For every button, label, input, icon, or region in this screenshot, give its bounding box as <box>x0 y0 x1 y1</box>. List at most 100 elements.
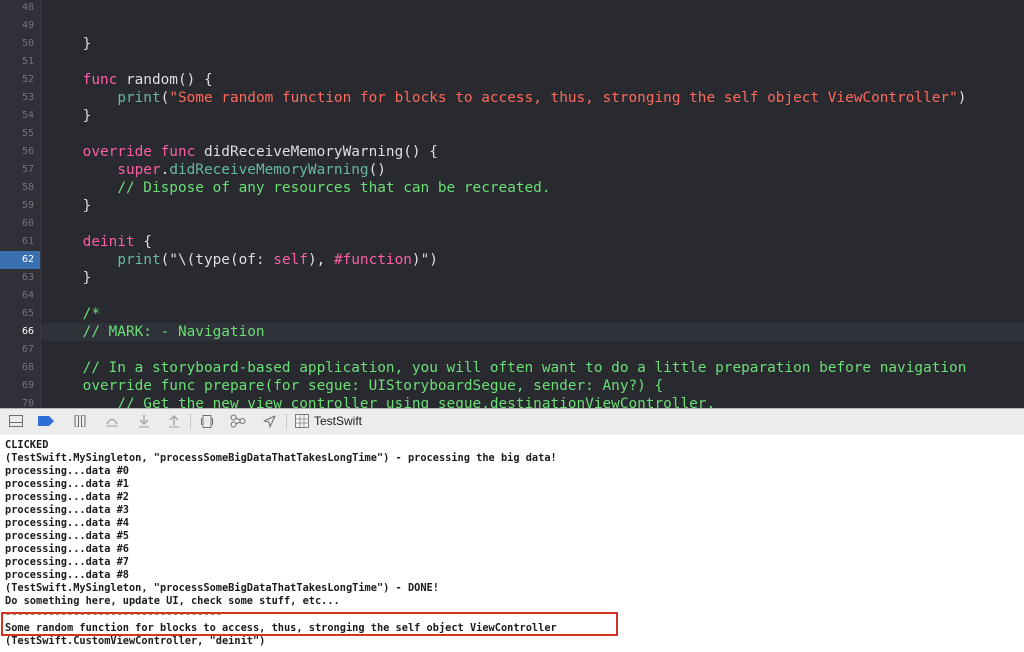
code-text: } <box>48 197 92 215</box>
code-token: // Dispose of any resources that can be … <box>117 180 551 196</box>
code-line[interactable]: 69 override func prepare(for segue: UISt… <box>0 377 1024 395</box>
code-line[interactable]: 55 <box>0 125 1024 143</box>
code-line[interactable]: 62 print("\(type(of: self), #function)") <box>0 251 1024 269</box>
console-output[interactable]: CLICKED (TestSwift.MySingleton, "processS… <box>0 435 1024 652</box>
location-icon[interactable] <box>261 413 277 429</box>
code-text: // Get the new view controller using seg… <box>48 395 715 408</box>
code-text: // Dispose of any resources that can be … <box>48 179 551 197</box>
code-line[interactable]: 59 } <box>0 197 1024 215</box>
line-number: 53 <box>21 92 34 103</box>
code-token: ("\( <box>160 252 196 268</box>
line-number: 68 <box>21 362 34 373</box>
hide-debug-area-icon[interactable] <box>8 413 24 429</box>
line-number: 58 <box>21 182 34 193</box>
code-token: } <box>48 270 92 286</box>
code-text: } <box>48 107 92 125</box>
code-editor[interactable]: 48 49 50 } 51 52 func random() {53 print("So… <box>0 0 1024 408</box>
debug-toolbar: TestSwift <box>0 408 1024 436</box>
code-line[interactable]: 64 <box>0 287 1024 305</box>
console-line: processing...data #5 <box>5 530 129 542</box>
code-text: override func prepare(for segue: UIStory… <box>48 377 664 395</box>
line-number: 59 <box>21 200 34 211</box>
step-into-icon[interactable] <box>136 413 152 429</box>
code-line[interactable]: 58 // Dispose of any resources that can … <box>0 179 1024 197</box>
code-token: override func prepare(for segue: UIStory… <box>48 378 664 394</box>
step-out-icon[interactable] <box>166 413 182 429</box>
code-token: () <box>368 162 386 178</box>
console-line: Do something here, update UI, check some… <box>5 595 340 607</box>
line-number: 51 <box>21 56 34 67</box>
code-token: "Some random function for blocks to acce… <box>169 90 958 106</box>
code-line[interactable]: 68 // In a storyboard-based application,… <box>0 359 1024 377</box>
code-line[interactable]: 53 print("Some random function for block… <box>0 89 1024 107</box>
pause-icon[interactable] <box>72 413 88 429</box>
line-number: 60 <box>21 218 34 229</box>
line-number: 66 <box>21 326 34 337</box>
code-text: super.didReceiveMemoryWarning() <box>48 161 386 179</box>
line-number: 69 <box>21 380 34 391</box>
code-text: deinit { <box>48 233 152 251</box>
code-text: } <box>48 35 92 53</box>
line-number: 67 <box>21 344 34 355</box>
line-number: 48 <box>21 2 34 13</box>
code-line[interactable]: 50 } <box>0 35 1024 53</box>
code-token: } <box>48 198 92 214</box>
code-token: func <box>160 144 196 160</box>
console-line: CLICKED <box>5 439 49 451</box>
line-number: 50 <box>21 38 34 49</box>
code-text: // In a storyboard-based application, yo… <box>48 359 967 377</box>
code-text: func random() { <box>48 71 213 89</box>
console-line: processing...data #6 <box>5 543 129 555</box>
code-token: self <box>273 252 308 268</box>
code-line[interactable]: 54 } <box>0 107 1024 125</box>
step-over-icon[interactable] <box>104 413 120 429</box>
code-line[interactable]: 65 /* <box>0 305 1024 323</box>
code-line[interactable]: 52 func random() { <box>0 71 1024 89</box>
code-line[interactable]: 66 // MARK: - Navigation <box>0 323 1024 341</box>
console-line: (TestSwift.MySingleton, "processSomeBigD… <box>5 582 439 594</box>
memory-graph-icon[interactable] <box>230 413 246 429</box>
code-token: print <box>117 90 161 106</box>
line-number: 52 <box>21 74 34 85</box>
view-hierarchy-icon[interactable] <box>199 413 215 429</box>
line-number: 64 <box>21 290 34 301</box>
code-line[interactable]: 57 super.didReceiveMemoryWarning() <box>0 161 1024 179</box>
target-name-label[interactable]: TestSwift <box>314 413 362 429</box>
code-line[interactable]: 67 <box>0 341 1024 359</box>
code-token: override <box>82 144 152 160</box>
code-line[interactable]: 49 <box>0 17 1024 35</box>
code-text: print("\(type(of: self), #function)") <box>48 251 438 269</box>
scheme-icon[interactable] <box>294 413 310 429</box>
code-token: } <box>48 36 92 52</box>
code-line[interactable]: 63 } <box>0 269 1024 287</box>
code-token: )") <box>411 252 438 268</box>
breakpoints-icon[interactable] <box>38 413 54 429</box>
code-line[interactable]: 48 <box>0 0 1024 17</box>
code-token: print <box>117 252 161 268</box>
code-token: ) <box>957 90 967 106</box>
code-token: func <box>82 72 118 88</box>
line-number: 63 <box>21 272 34 283</box>
console-line: processing...data #1 <box>5 478 129 490</box>
console-line: (TestSwift.CustomViewController, "deinit… <box>5 635 266 647</box>
code-line[interactable]: 61 deinit { <box>0 233 1024 251</box>
code-token: { <box>134 234 152 250</box>
code-line[interactable]: 51 <box>0 53 1024 71</box>
code-line[interactable]: 70 // Get the new view controller using … <box>0 395 1024 408</box>
line-number: 57 <box>21 164 34 175</box>
code-line[interactable]: 56 override func didReceiveMemoryWarning… <box>0 143 1024 161</box>
line-number: 65 <box>21 308 34 319</box>
line-number: 61 <box>21 236 34 247</box>
code-token: random() { <box>117 72 213 88</box>
code-token: type <box>195 252 230 268</box>
code-token: /* <box>48 306 100 322</box>
code-token: super <box>117 162 161 178</box>
code-text: /* <box>48 305 100 323</box>
code-line[interactable]: 60 <box>0 215 1024 233</box>
code-token: ), <box>307 252 334 268</box>
annotation-highlight-box <box>1 612 618 636</box>
